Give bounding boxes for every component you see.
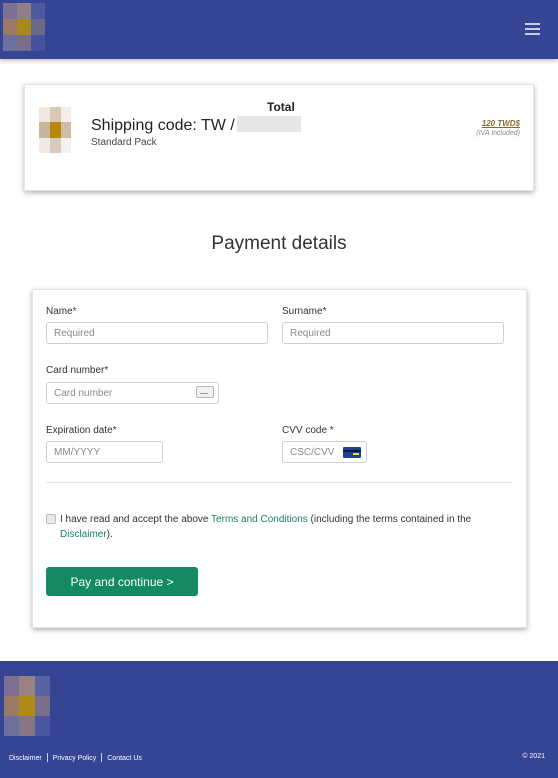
link-separator <box>101 753 103 762</box>
pay-and-continue-button[interactable]: Pay and continue > <box>46 567 198 596</box>
page-footer: Disclaimer Privacy Policy Contact Us © 202… <box>0 661 558 778</box>
order-summary-card: Total Shipping code: TW / Standard Pack … <box>24 84 534 191</box>
brand-logo-icon[interactable] <box>3 3 45 51</box>
disclaimer-link[interactable]: Disclaimer <box>60 529 107 540</box>
card-number-input[interactable] <box>46 382 219 404</box>
copyright: © 2021 <box>522 753 545 760</box>
pack-type: Standard Pack <box>91 137 157 148</box>
form-divider <box>46 482 512 483</box>
terms-link[interactable]: Terms and Conditions <box>211 514 308 525</box>
card-number-field <box>46 382 219 404</box>
name-label: Name* <box>46 306 77 317</box>
hamburger-menu-icon[interactable] <box>525 22 540 36</box>
top-header <box>0 0 558 59</box>
page-title: Payment details <box>211 233 347 254</box>
link-separator <box>46 753 48 762</box>
name-input[interactable] <box>46 322 268 344</box>
total-label: Total <box>267 100 295 114</box>
payment-form: Name* Surname* Card number* Expiration d… <box>32 289 527 628</box>
footer-disclaimer-link[interactable]: Disclaimer <box>9 755 42 762</box>
terms-text: I have read and accept the above Terms a… <box>60 514 472 540</box>
product-thumbnail <box>39 107 71 153</box>
expiration-date-label: Expiration date* <box>46 425 117 436</box>
footer-privacy-link[interactable]: Privacy Policy <box>53 755 97 762</box>
cvv-field <box>282 441 367 463</box>
shipping-code: Shipping code: TW / <box>91 116 301 135</box>
surname-label: Surname* <box>282 306 327 317</box>
footer-logo-icon[interactable] <box>4 676 50 736</box>
expiration-date-input[interactable] <box>46 441 163 463</box>
redacted-code <box>236 116 301 132</box>
surname-input[interactable] <box>282 322 504 344</box>
footer-links: Disclaimer Privacy Policy Contact Us <box>9 753 142 762</box>
card-back-icon <box>343 447 361 458</box>
card-number-label: Card number* <box>46 365 109 376</box>
footer-contact-link[interactable]: Contact Us <box>107 755 142 762</box>
terms-checkbox[interactable] <box>46 514 56 524</box>
credit-card-icon <box>196 386 214 398</box>
cvv-label: CVV code * <box>282 425 334 436</box>
tax-note: (IVA Included) <box>476 130 520 137</box>
price-link[interactable]: 120 TWD$ <box>482 119 520 128</box>
